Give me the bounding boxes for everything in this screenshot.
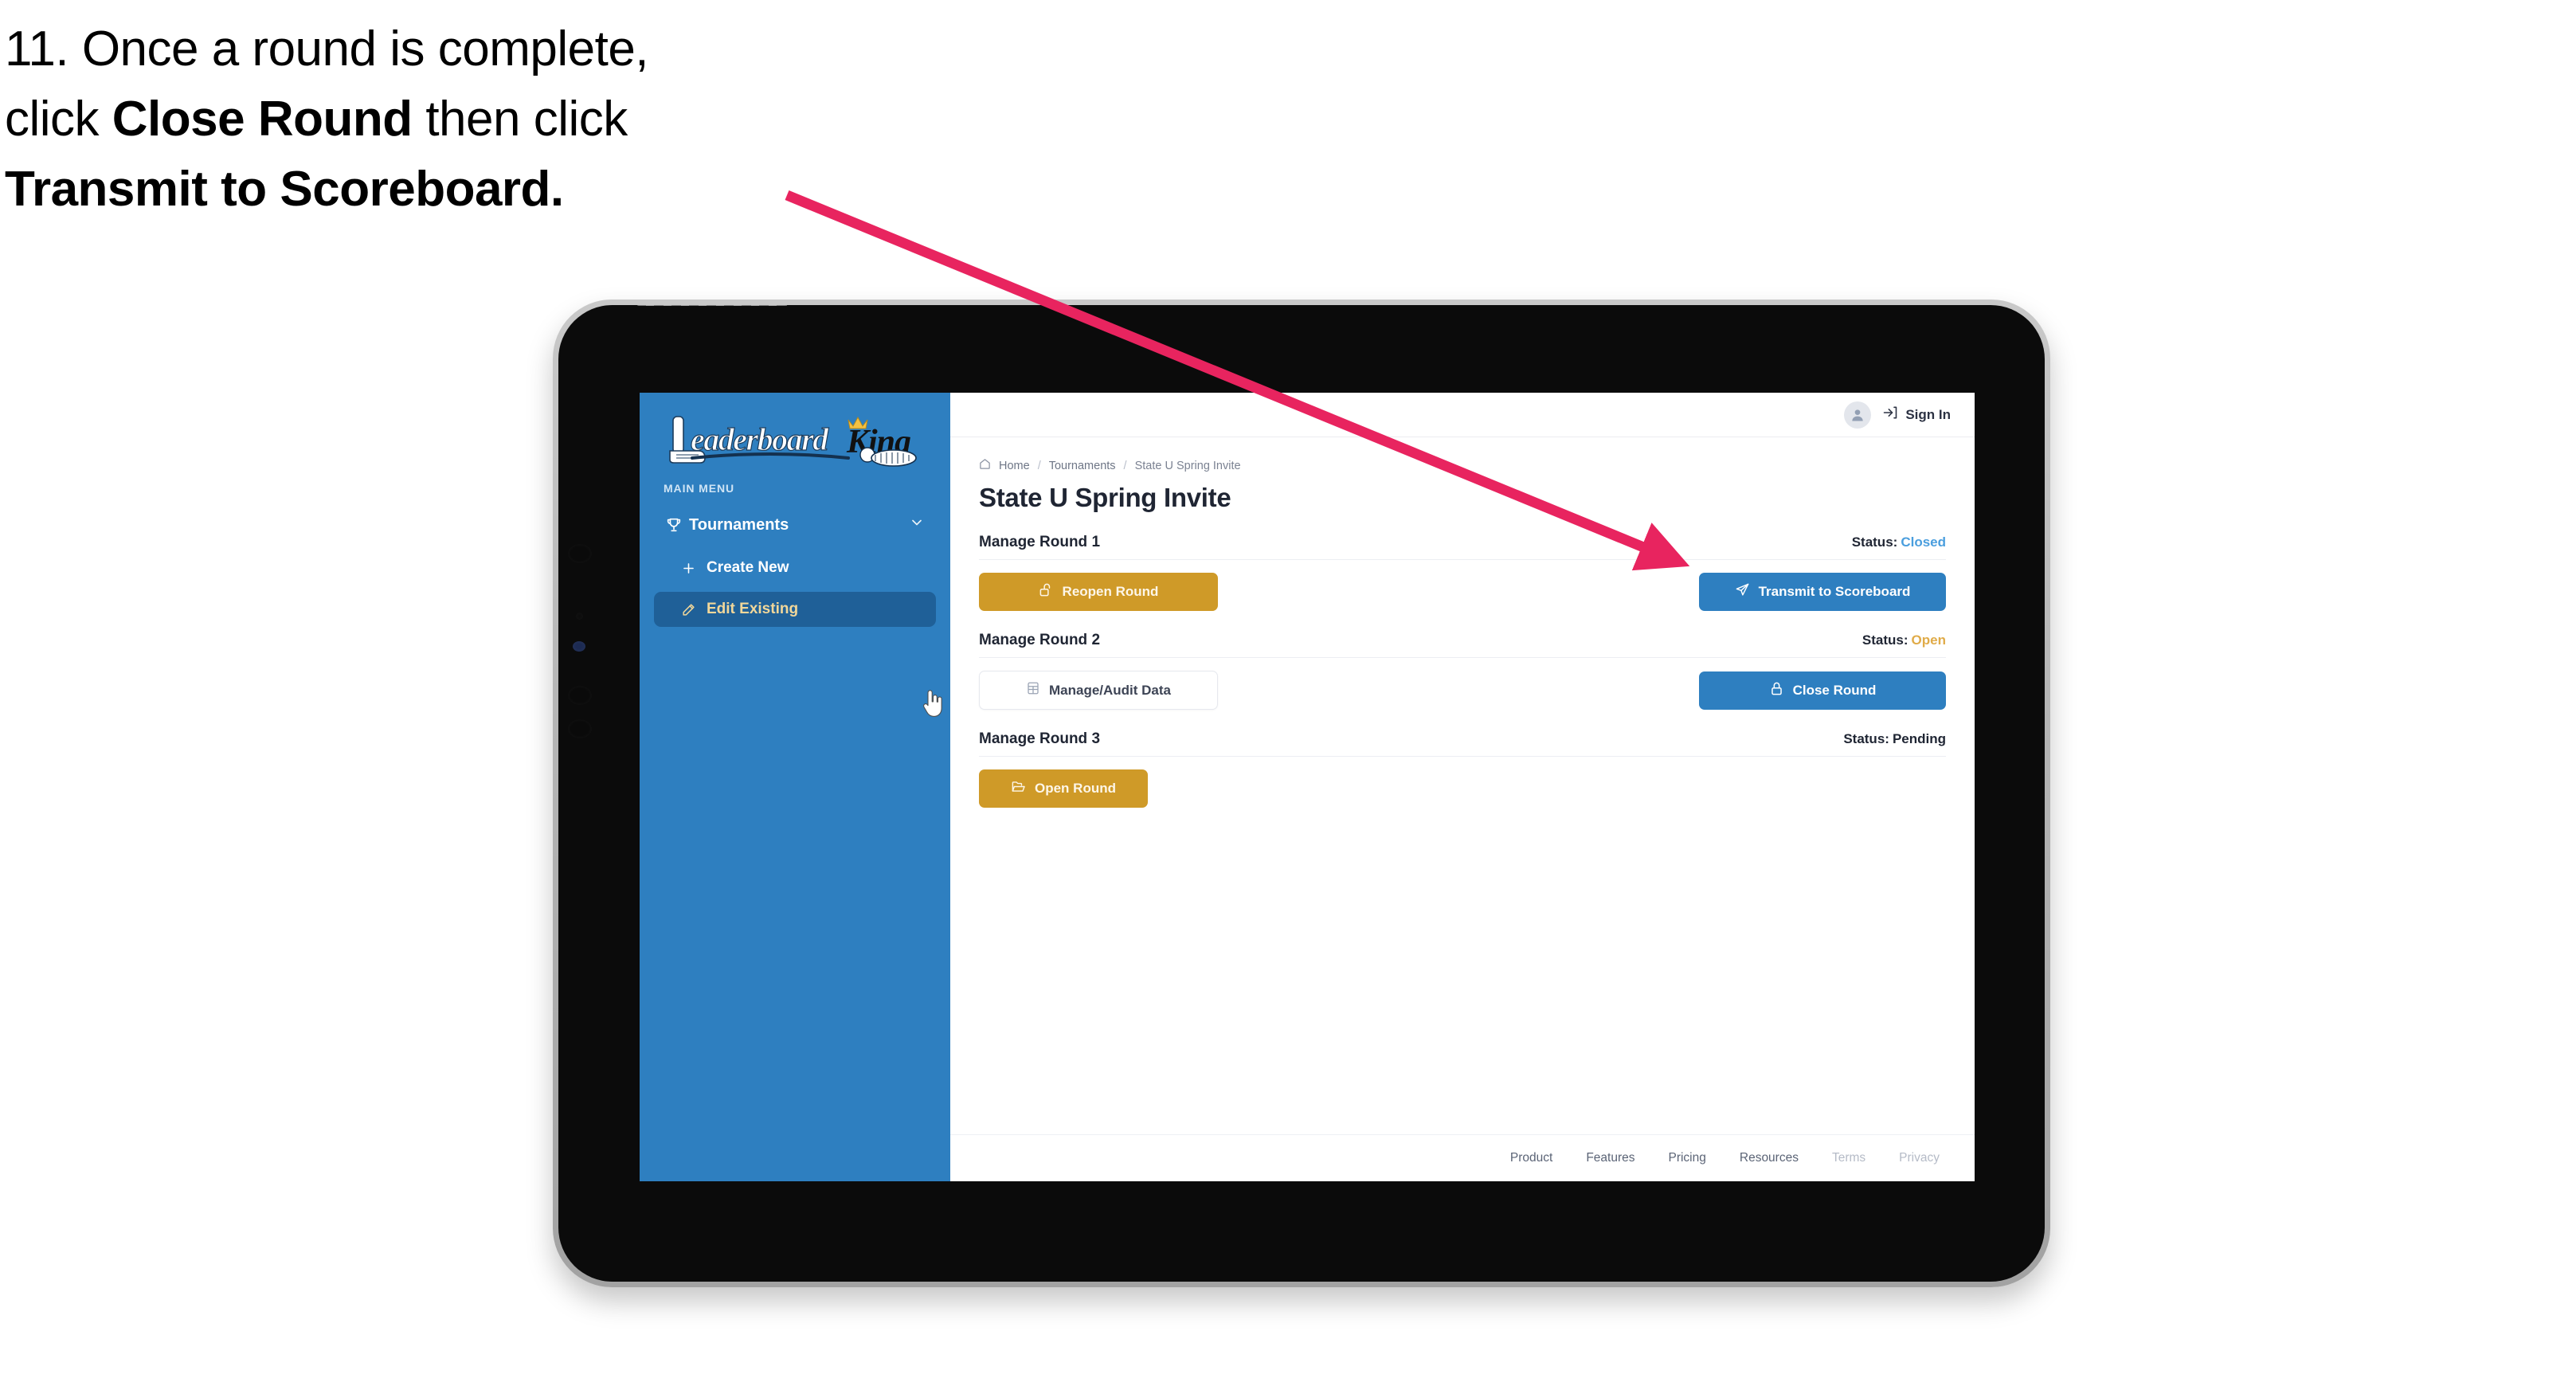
tablet-side-dot-2 — [576, 613, 583, 620]
caption-line-2-post: then click — [412, 92, 628, 147]
sign-in-label: Sign In — [1905, 406, 1951, 422]
round-2-header: Manage Round 2 Status: Open — [979, 632, 1946, 658]
transmit-to-scoreboard-button[interactable]: Transmit to Scoreboard — [1699, 573, 1946, 611]
breadcrumb-item-tournaments[interactable]: Tournaments — [1049, 460, 1116, 472]
sidebar-item-tournaments-label: Tournaments — [689, 515, 789, 534]
sidebar-item-create-new-label: Create New — [707, 559, 789, 576]
round-3-header: Manage Round 3 Status: Pending — [979, 730, 1946, 757]
lock-icon — [1769, 681, 1784, 700]
paper-plane-icon — [1735, 582, 1750, 601]
footer: Product Features Pricing Resources Terms… — [950, 1134, 1975, 1181]
tablet-camera-led — [573, 641, 585, 652]
sidebar: eaderboard King MAIN MENU Tournaments Cr… — [640, 393, 950, 1181]
round-2-actions: Manage/Audit Data Close Round — [979, 671, 1946, 710]
close-round-button[interactable]: Close Round — [1699, 671, 1946, 710]
reopen-round-label: Reopen Round — [1062, 584, 1159, 599]
pointing-hand-cursor — [920, 690, 944, 722]
tablet-side-button-3 — [568, 719, 592, 738]
breadcrumb-separator: / — [1123, 459, 1127, 472]
unlock-icon — [1039, 582, 1054, 601]
caption-line-2: click Close Round then click — [5, 84, 897, 155]
sidebar-item-edit-existing-label: Edit Existing — [707, 601, 799, 617]
round-2-name: Manage Round 2 — [979, 632, 1101, 648]
footer-link-terms[interactable]: Terms — [1832, 1151, 1865, 1165]
round-3-status: Status: Pending — [1843, 731, 1946, 747]
tablet-device-frame: eaderboard King MAIN MENU Tournaments Cr… — [553, 300, 2050, 1287]
caption-line-2-pre: click — [5, 92, 112, 147]
sidebar-section-label: MAIN MENU — [664, 482, 734, 495]
caption-line-1: 11. Once a round is complete, — [5, 22, 649, 76]
tablet-side-button-2 — [568, 686, 592, 705]
transmit-to-scoreboard-label: Transmit to Scoreboard — [1758, 584, 1911, 599]
round-block-2: Manage Round 2 Status: Open Manage/Audit… — [979, 632, 1946, 710]
breadcrumb-item-home[interactable]: Home — [999, 460, 1030, 472]
round-block-1: Manage Round 1 Status: Closed Reopen Rou… — [979, 534, 1946, 611]
sidebar-item-tournaments[interactable]: Tournaments — [654, 506, 936, 544]
footer-link-product[interactable]: Product — [1510, 1151, 1552, 1165]
chevron-down-icon[interactable] — [909, 515, 925, 535]
round-1-name: Manage Round 1 — [979, 534, 1101, 550]
sign-in-arrow-icon — [1882, 405, 1898, 425]
pencil-square-icon — [681, 602, 707, 617]
open-round-button[interactable]: Open Round — [979, 769, 1148, 808]
round-3-status-label: Status: — [1843, 731, 1889, 746]
breadcrumb: Home / Tournaments / State U Spring Invi… — [979, 458, 1946, 473]
breadcrumb-separator: / — [1037, 459, 1041, 472]
footer-link-resources[interactable]: Resources — [1740, 1151, 1799, 1165]
round-2-status-label: Status: — [1862, 632, 1909, 648]
footer-link-features[interactable]: Features — [1586, 1151, 1634, 1165]
open-folder-icon — [1011, 779, 1026, 798]
footer-link-privacy[interactable]: Privacy — [1899, 1151, 1940, 1165]
svg-text:eaderboard: eaderboard — [691, 421, 829, 457]
caption-line-2-bold: Close Round — [112, 92, 413, 147]
manage-audit-data-label: Manage/Audit Data — [1048, 682, 1172, 698]
tablet-speaker-grille — [636, 305, 788, 306]
table-grid-icon — [1026, 681, 1040, 699]
round-1-status-value: Closed — [1901, 534, 1946, 550]
reopen-round-button[interactable]: Reopen Round — [979, 573, 1218, 611]
tablet-bezel: eaderboard King MAIN MENU Tournaments Cr… — [558, 305, 2045, 1282]
page-content: Home / Tournaments / State U Spring Invi… — [950, 437, 1975, 1134]
round-1-actions: Reopen Round Transmit to Scoreboard — [979, 573, 1946, 611]
round-2-status: Status: Open — [1862, 632, 1946, 648]
round-1-status: Status: Closed — [1852, 534, 1946, 550]
sidebar-item-create-new[interactable]: Create New — [654, 550, 936, 585]
round-2-status-value: Open — [1911, 632, 1946, 648]
user-avatar-icon[interactable] — [1844, 401, 1872, 429]
breadcrumb-item-current: State U Spring Invite — [1134, 459, 1241, 472]
instruction-caption: 11. Once a round is complete, click Clos… — [5, 14, 897, 225]
plus-icon — [681, 561, 707, 576]
close-round-label: Close Round — [1792, 682, 1877, 698]
tablet-side-button-1 — [568, 544, 592, 563]
sign-in-button[interactable]: Sign In — [1882, 405, 1951, 425]
footer-link-pricing[interactable]: Pricing — [1668, 1151, 1705, 1165]
round-3-name: Manage Round 3 — [979, 730, 1101, 747]
leaderboard-king-logo-icon: eaderboard King — [669, 416, 917, 467]
manage-audit-data-button[interactable]: Manage/Audit Data — [979, 671, 1218, 710]
round-block-3: Manage Round 3 Status: Pending Open Roun… — [979, 730, 1946, 808]
home-icon[interactable] — [979, 458, 991, 473]
trophy-icon — [665, 516, 689, 534]
round-1-header: Manage Round 1 Status: Closed — [979, 534, 1946, 560]
round-3-status-value: Pending — [1892, 731, 1946, 746]
app-screen: eaderboard King MAIN MENU Tournaments Cr… — [640, 393, 1975, 1181]
sidebar-item-edit-existing[interactable]: Edit Existing — [654, 592, 936, 627]
caption-line-3: Transmit to Scoreboard. — [5, 162, 564, 217]
main-content: Sign In Home / Tournaments / State U Spr… — [950, 393, 1975, 1181]
round-1-status-label: Status: — [1851, 534, 1898, 550]
round-3-actions: Open Round — [979, 769, 1946, 808]
top-bar: Sign In — [950, 393, 1975, 437]
page-title: State U Spring Invite — [979, 483, 1231, 512]
open-round-label: Open Round — [1035, 781, 1116, 796]
app-logo[interactable]: eaderboard King — [640, 393, 950, 467]
